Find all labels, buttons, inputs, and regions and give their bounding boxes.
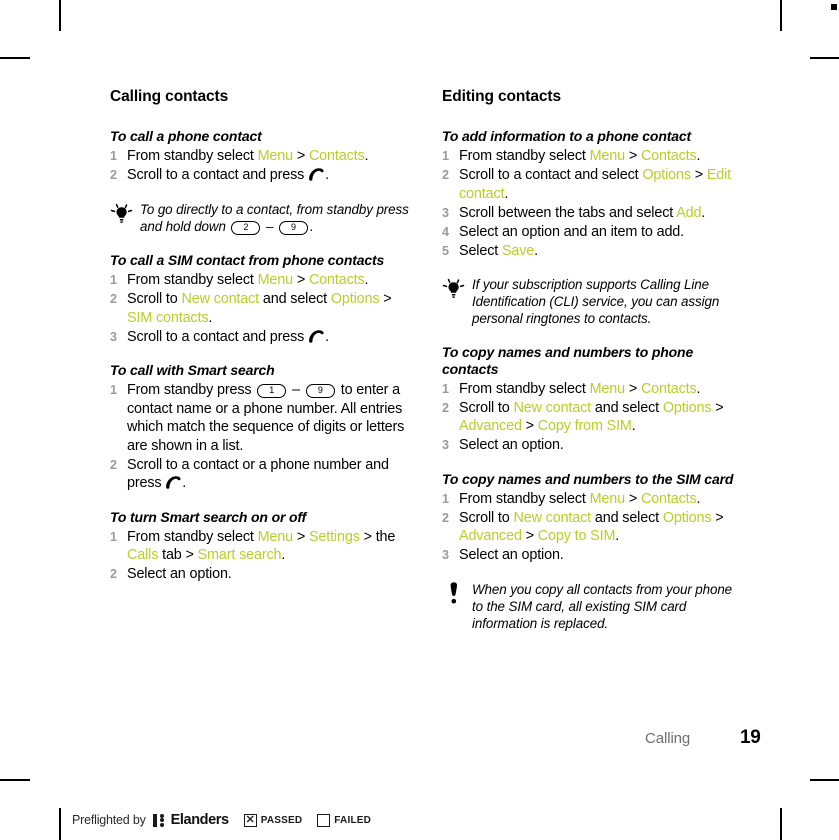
procedure-steps: From standby select Menu > Contacts. Scro… — [110, 147, 410, 185]
procedure-step: Scroll to a contact and press . — [110, 166, 329, 184]
column-left: Calling contacts To call a phone contact… — [110, 88, 410, 600]
procedure-step: Scroll to a contact or a phone number an… — [110, 456, 389, 492]
page-footer: Calling 19 — [645, 727, 805, 758]
crop-mark-top-left-vertical — [59, 0, 61, 31]
procedure-step: Scroll to a contact and select Options >… — [442, 166, 732, 202]
procedure-step: From standby select Menu > Contacts. — [442, 147, 701, 165]
procedure-steps: From standby select Menu > Contacts. Scro… — [442, 380, 742, 455]
crop-mark-bottom-left-vertical — [59, 808, 61, 840]
procedure-step: Select an option. — [442, 546, 564, 564]
warning-note: When you copy all contacts from your pho… — [442, 581, 742, 632]
preflight-label: Preflighted by — [72, 813, 146, 827]
procedure-title: To copy names and numbers to phone conta… — [442, 344, 694, 377]
note-text: If your subscription supports Calling Li… — [472, 277, 720, 327]
call-key-icon — [166, 476, 181, 489]
procedure-step: Scroll to New contact and select Options… — [110, 290, 392, 326]
call-key-icon — [309, 329, 324, 343]
procedure-step: From standby select Menu > Contacts. — [442, 490, 701, 508]
procedure-steps: From standby select Menu > Contacts. Scro… — [110, 271, 410, 346]
note-text: When you copy all contacts from your pho… — [472, 581, 733, 632]
procedure-title: To call with Smart search — [110, 362, 275, 378]
lightbulb-icon — [442, 277, 466, 301]
crop-mark-bottom-right-vertical — [780, 808, 782, 840]
note-text: To go directly to a contact, from standb… — [140, 201, 409, 235]
crop-mark-top-right-horizontal — [810, 57, 839, 59]
page-title-calling-contacts: Calling contacts — [110, 88, 229, 105]
procedure-step: From standby select Menu > Contacts. — [110, 147, 369, 165]
footer-chapter-label: Calling — [645, 730, 691, 747]
crop-mark-bottom-right-horizontal — [810, 779, 839, 781]
call-key-icon — [309, 168, 324, 181]
preflight-passed-label: PASSED — [260, 814, 303, 826]
footer-page-number: 19 — [740, 727, 761, 748]
checkbox-checked-icon: ✕ — [243, 813, 257, 827]
procedure-title: To call a SIM contact from phone contact… — [110, 251, 385, 268]
procedure-step: Scroll to New contact and select Options… — [442, 509, 724, 545]
procedure-steps: From standby select Menu > Contacts. Scro… — [442, 147, 742, 260]
document-page: Calling contacts To call a phone contact… — [0, 0, 839, 840]
crop-mark-bottom-left-horizontal — [0, 779, 30, 781]
procedure-step: From standby select Menu > Settings > th… — [110, 528, 396, 564]
procedure-title: To call a phone contact — [110, 128, 262, 144]
procedure-step: Scroll between the tabs and select Add. — [442, 204, 706, 222]
checkbox-empty-icon — [317, 813, 331, 827]
procedure-title: To turn Smart search on or off — [110, 508, 307, 525]
procedure-steps: From standby press 1 – 9 to enter a cont… — [110, 381, 410, 493]
page-title-editing-contacts: Editing contacts — [442, 88, 561, 105]
right-column-body: To add information to a phone contact Fro… — [442, 128, 742, 632]
exclamation-icon — [442, 582, 466, 606]
tip-note: To go directly to a contact, from standb… — [110, 201, 410, 235]
procedure-steps: From standby select Menu > Settings > th… — [110, 528, 410, 584]
keypad-key-icon: 2 — [231, 220, 261, 235]
keypad-key-icon: 9 — [279, 220, 309, 235]
tip-note: If your subscription supports Calling Li… — [442, 276, 742, 327]
procedure-step: Scroll to a contact and press . — [110, 328, 329, 346]
preflight-bar: Preflighted by Elanders ✕ PASSED FAILED — [72, 812, 371, 828]
registration-square-icon — [831, 4, 837, 10]
procedure-step: From standby press 1 – 9 to enter a cont… — [110, 381, 405, 454]
keypad-key-icon: 1 — [257, 384, 287, 399]
procedure-step: From standby select Menu > Contacts. — [110, 271, 369, 289]
left-column-body: To call a phone contact From standby sele… — [110, 128, 410, 584]
crop-mark-top-right-vertical — [780, 0, 782, 31]
procedure-title: To copy names and numbers to the SIM car… — [442, 470, 734, 487]
procedure-step: Select an option and an item to add. — [442, 223, 685, 241]
preflight-brand: Elanders — [170, 812, 229, 828]
procedure-step: Select an option. — [442, 436, 564, 454]
crop-mark-top-left-horizontal — [0, 57, 30, 59]
procedure-step: Select Save. — [442, 242, 539, 260]
preflight-failed-label: FAILED — [334, 814, 372, 826]
preflight-passed: ✕ PASSED — [243, 813, 303, 827]
elanders-logo-icon — [152, 813, 164, 827]
preflight-failed: FAILED — [317, 813, 372, 827]
procedure-step: Scroll to New contact and select Options… — [442, 399, 724, 435]
procedure-title: To add information to a phone contact — [442, 128, 692, 144]
lightbulb-icon — [110, 202, 134, 226]
procedure-step: Select an option. — [110, 565, 232, 583]
column-right: Editing contacts To add information to a… — [442, 88, 742, 649]
keypad-key-icon: 9 — [305, 384, 335, 399]
procedure-step: From standby select Menu > Contacts. — [442, 380, 701, 398]
procedure-steps: From standby select Menu > Contacts. Scro… — [442, 490, 742, 565]
